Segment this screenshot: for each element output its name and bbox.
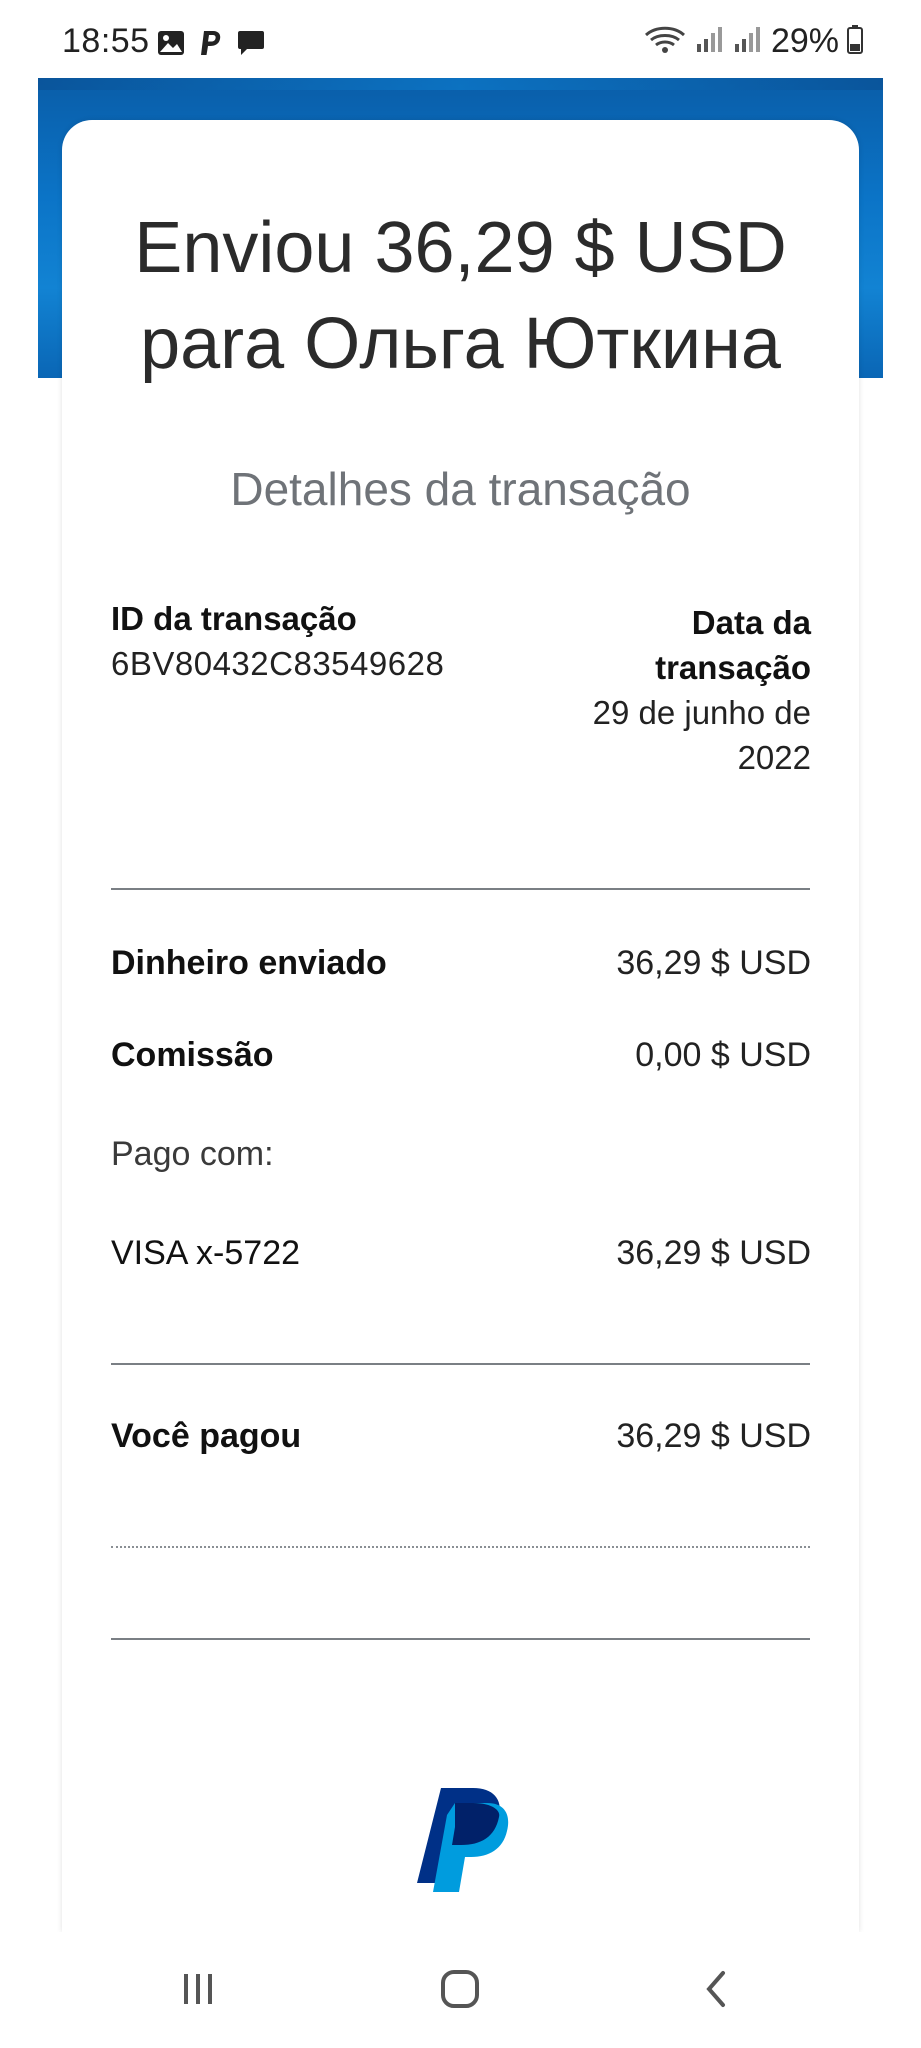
home-icon[interactable]: [420, 1954, 500, 2024]
gallery-icon: [157, 30, 185, 61]
transaction-date-label: Data da transação: [511, 600, 811, 690]
total-paid-label: Você pagou: [111, 1417, 302, 1455]
fee-value: 0,00 $ USD: [635, 1036, 811, 1074]
status-time: 18:55: [62, 22, 150, 60]
paypal-logo-icon: [411, 1785, 511, 1895]
status-right: 29%: [643, 22, 863, 61]
battery-percent: 29%: [770, 22, 839, 60]
message-icon: [237, 30, 265, 61]
notification-icons: [157, 30, 265, 61]
transaction-id-label: ID da transação: [111, 600, 357, 637]
date-label-line-2: transação: [655, 649, 811, 686]
battery-icon: [847, 24, 863, 59]
headline-line-1: Enviou 36,29 $ USD: [134, 208, 787, 288]
date-value-line-2: 2022: [737, 739, 811, 776]
date-value-line-1: 29 de junho de: [592, 694, 811, 731]
dotted-divider: [111, 1546, 810, 1548]
total-paid-value: 36,29 $ USD: [616, 1417, 811, 1455]
wifi-icon: [643, 24, 687, 59]
card-value: 36,29 $ USD: [616, 1234, 811, 1272]
transaction-id-value[interactable]: 6BV80432C83549628: [111, 645, 444, 683]
transaction-card: Enviou 36,29 $ USD para Ольга Юткина Det…: [62, 120, 859, 1932]
divider: [111, 1363, 810, 1365]
status-bar: 18:55 29%: [0, 0, 921, 72]
transaction-headline: Enviou 36,29 $ USD para Ольга Юткина: [62, 200, 859, 392]
paid-with-label: Pago com:: [111, 1135, 274, 1173]
signal-icon: [695, 24, 725, 59]
navigation-bar: [0, 1932, 921, 2048]
transaction-date-value: 29 de junho de 2022: [491, 690, 811, 780]
date-label-line-1: Data da: [691, 604, 811, 641]
fee-label: Comissão: [111, 1036, 274, 1074]
card-label: VISA x-5722: [111, 1234, 301, 1272]
signal-icon: [733, 24, 763, 59]
recent-apps-icon[interactable]: [158, 1954, 238, 2024]
section-title: Detalhes da transação: [230, 463, 691, 515]
headline-line-2: para Ольга Юткина: [140, 304, 781, 384]
money-sent-label: Dinheiro enviado: [111, 944, 387, 982]
paypal-notification-icon: [199, 30, 223, 61]
back-icon[interactable]: [676, 1954, 756, 2024]
screen: 18:55 29% Enviou 36,29 $ USD para Ольга …: [0, 0, 921, 2048]
divider: [111, 1638, 810, 1640]
divider: [111, 888, 810, 890]
money-sent-value: 36,29 $ USD: [616, 944, 811, 982]
